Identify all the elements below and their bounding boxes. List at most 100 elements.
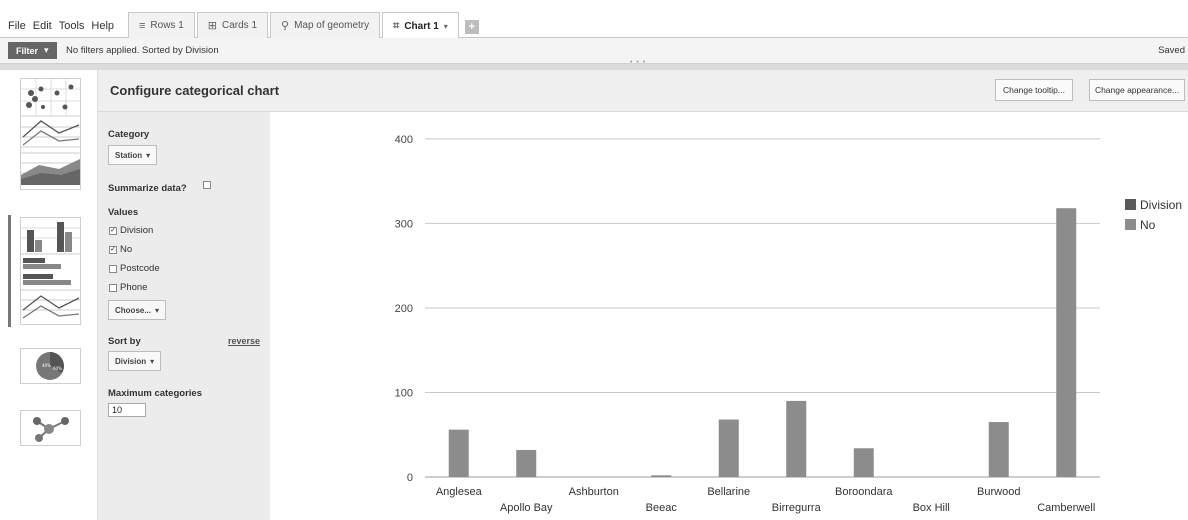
x-tick-label: Burwood (977, 486, 1020, 498)
reverse-sort-link[interactable]: reverse (228, 336, 260, 346)
bar-no (786, 400, 807, 477)
x-tick-label: Boroondara (835, 486, 893, 498)
summarize-label: Summarize data? (108, 183, 187, 194)
svg-text:60%: 60% (53, 366, 62, 371)
config-header: Configure categorical chart Change toolt… (98, 70, 1188, 112)
checkbox[interactable]: ✓ (109, 226, 117, 235)
y-tick-label: 100 (395, 387, 413, 399)
network-chart-thumbnail[interactable] (20, 410, 81, 446)
add-tab-button[interactable]: + (464, 20, 479, 34)
bar-no (448, 429, 469, 477)
category-label: Category (108, 129, 150, 140)
selection-indicator (8, 215, 11, 327)
choose-label: Choose... (115, 305, 152, 315)
menu-bar: File Edit Tools Help (8, 20, 114, 32)
legend-label: No (1140, 218, 1156, 232)
bar-no (516, 449, 537, 477)
chevron-down-icon: ▾ (146, 150, 151, 160)
bar-no (988, 422, 1009, 477)
map-pin-icon: ⚲ (281, 20, 290, 32)
x-tick-label: Camberwell (1037, 502, 1095, 514)
value-option-postcode[interactable]: Postcode (109, 263, 160, 274)
menu-help[interactable]: Help (91, 20, 114, 32)
value-option-division[interactable]: ✓ Division (109, 225, 153, 236)
bar-no (651, 475, 672, 477)
checkbox[interactable] (109, 283, 117, 292)
menu-edit[interactable]: Edit (33, 20, 52, 32)
values-label: Values (108, 207, 139, 218)
x-tick-label: Birregurra (772, 502, 822, 514)
y-tick-label: 400 (395, 134, 413, 146)
bar-no (718, 419, 739, 477)
tab-strip: ≡ Rows 1 ⊞ Cards 1 ⚲ Map of geometry ⌗ C… (128, 12, 479, 39)
value-option-phone[interactable]: Phone (109, 282, 147, 293)
legend-swatch (1125, 219, 1136, 230)
bar-chart-thumbnail[interactable] (20, 217, 81, 325)
value-option-label: No (120, 244, 133, 255)
tab-map[interactable]: ⚲ Map of geometry (270, 12, 381, 38)
x-tick-label: Apollo Bay (500, 502, 553, 514)
value-option-label: Division (120, 225, 154, 236)
max-categories-input[interactable]: 10 (108, 403, 146, 417)
tab-label: Chart 1 (404, 20, 439, 32)
checkbox[interactable]: ✓ (109, 245, 117, 254)
bar-no (853, 448, 874, 477)
rows-icon: ≡ (139, 19, 146, 32)
config-panel: Category Station ▾ Summarize data? Value… (98, 112, 270, 520)
bar-no (1056, 208, 1077, 477)
checkbox[interactable] (109, 264, 117, 273)
tab-rows[interactable]: ≡ Rows 1 (128, 12, 195, 38)
chevron-down-icon: ▾ (44, 45, 49, 55)
tab-label: Cards 1 (222, 20, 258, 31)
filter-button-label: Filter (16, 45, 39, 56)
x-tick-label: Ashburton (569, 486, 619, 498)
change-tooltip-button[interactable]: Change tooltip... (995, 79, 1073, 101)
chevron-down-icon[interactable]: ▾ (444, 22, 448, 31)
sort-by-dropdown[interactable]: Division ▾ (108, 351, 162, 371)
chevron-down-icon: ▾ (150, 356, 155, 366)
pie-chart-icon: 40% 60% (36, 352, 64, 380)
bar-chart: 0 100 200 300 400 Anglesea Apollo Bay Ashburton… (395, 134, 1182, 514)
tab-chart[interactable]: ⌗ Chart 1 ▾ (382, 12, 459, 39)
value-option-no[interactable]: ✓ No (109, 244, 132, 255)
scatter-line-area-icon (21, 79, 80, 185)
svg-text:40%: 40% (42, 363, 51, 368)
x-tick-label: Box Hill (913, 502, 950, 514)
legend-swatch (1125, 199, 1136, 210)
bar-chart-icon (21, 222, 80, 319)
cards-icon: ⊞ (207, 20, 217, 32)
top-bar: File Edit Tools Help ≡ Rows 1 ⊞ Cards 1 … (0, 8, 1188, 39)
max-categories-label: Maximum categories (108, 388, 202, 399)
y-tick-label: 200 (395, 303, 413, 315)
network-chart-icon (33, 417, 69, 442)
filter-status: No filters applied. Sorted by Division (66, 45, 219, 56)
chart-type-sidebar: 40% 60% (0, 70, 98, 520)
menu-file[interactable]: File (8, 20, 26, 32)
change-appearance-button[interactable]: Change appearance... (1089, 79, 1185, 101)
saved-status: Saved (1158, 45, 1185, 56)
x-tick-label: Anglesea (436, 486, 483, 498)
chevron-down-icon: ▾ (155, 305, 160, 315)
category-dropdown[interactable]: Station ▾ (108, 145, 158, 165)
category-value: Station (115, 150, 143, 160)
drag-handle-icon: • • • (630, 59, 647, 66)
pie-chart-thumbnail[interactable]: 40% 60% (20, 348, 81, 384)
filter-button[interactable]: Filter ▾ (8, 42, 57, 59)
sort-by-label: Sort by (108, 336, 141, 347)
sort-value: Division (115, 356, 147, 366)
y-tick-label: 0 (407, 472, 413, 484)
tab-label: Rows 1 (150, 20, 184, 31)
value-option-label: Postcode (120, 263, 160, 274)
tab-cards[interactable]: ⊞ Cards 1 (196, 12, 269, 38)
tab-label: Map of geometry (294, 20, 370, 31)
chart-area: 0 100 200 300 400 Anglesea Apollo Bay Ashburton… (270, 112, 1188, 520)
choose-values-dropdown[interactable]: Choose... ▾ (108, 300, 167, 320)
y-tick-label: 300 (395, 218, 413, 230)
page-title: Configure categorical chart (110, 83, 280, 98)
value-option-label: Phone (120, 282, 148, 293)
menu-tools[interactable]: Tools (59, 20, 85, 32)
summarize-checkbox[interactable] (203, 181, 211, 189)
scatter-line-area-thumbnail[interactable] (20, 78, 81, 190)
x-tick-label: Beeac (646, 502, 678, 514)
chart-icon: ⌗ (393, 19, 400, 32)
